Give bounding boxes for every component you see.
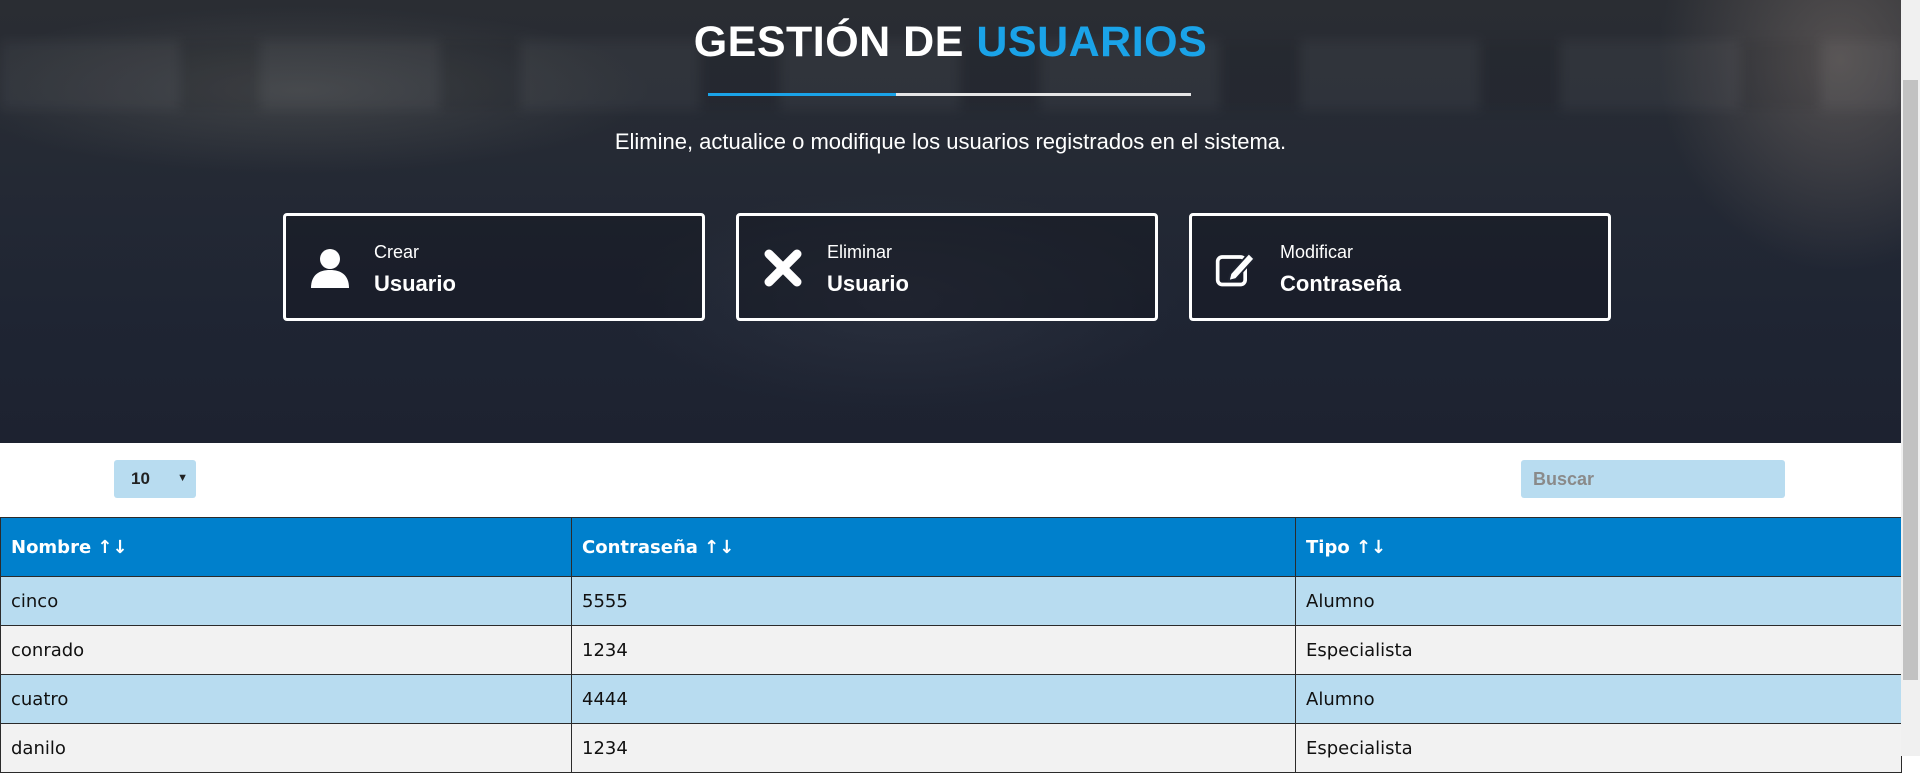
create-user-action-label: Crear [374,242,420,262]
change-password-action-label: Modificar [1280,242,1354,262]
column-header-tipo[interactable]: Tipo ↑↓ [1295,517,1902,577]
table-row[interactable]: conrado 1234 Especialista [0,625,1902,675]
cell-tipo: Alumno [1295,674,1902,724]
cell-contrasena: 1234 [571,723,1296,773]
page-title: GESTIÓN DE USUARIOS [0,18,1901,67]
page-header: GESTIÓN DE USUARIOS Elimine, actualice o… [0,0,1901,443]
delete-user-action-label: Eliminar [827,242,893,262]
page-title-main: GESTIÓN DE [693,18,964,66]
cell-contrasena: 1234 [571,625,1296,675]
vertical-scrollbar[interactable] [1901,0,1920,756]
table-row[interactable]: cuatro 4444 Alumno [0,674,1902,724]
cell-tipo: Especialista [1295,723,1902,773]
create-user-button[interactable]: Crear Usuario [283,213,705,321]
change-password-object-label: Contraseña [1280,271,1402,296]
cell-contrasena: 4444 [571,674,1296,724]
cell-nombre: cinco [0,576,572,626]
table-header-row: Nombre ↑↓ Contraseña ↑↓ Tipo ↑↓ [0,517,1902,577]
column-header-nombre[interactable]: Nombre ↑↓ [0,517,572,577]
chevron-down-icon: ▼ [177,472,188,484]
edit-icon [1215,252,1256,287]
cell-contrasena: 5555 [571,576,1296,626]
table-row[interactable]: cinco 5555 Alumno [0,576,1902,626]
cell-nombre: danilo [0,723,572,773]
cell-nombre: cuatro [0,674,572,724]
create-user-object-label: Usuario [374,271,456,296]
table-controls: 10 ▼ [0,443,1901,517]
page-length-select[interactable]: 10 ▼ [114,460,196,498]
cell-tipo: Alumno [1295,576,1902,626]
search-input[interactable] [1521,460,1785,498]
column-header-contrasena[interactable]: Contraseña ↑↓ [571,517,1296,577]
change-password-button[interactable]: Modificar Contraseña [1189,213,1611,321]
cell-nombre: conrado [0,625,572,675]
page-subtitle: Elimine, actualice o modifique los usuar… [614,129,1287,154]
title-divider [708,93,1191,96]
table-row[interactable]: danilo 1234 Especialista [0,723,1902,773]
cell-tipo: Especialista [1295,625,1902,675]
page-title-accent: USUARIOS [976,18,1208,66]
user-icon [311,249,349,288]
title-divider-accent [708,93,896,96]
scrollbar-thumb[interactable] [1903,80,1918,680]
users-table: Nombre ↑↓ Contraseña ↑↓ Tipo ↑↓ cinco 55… [0,517,1902,773]
page-length-value: 10 [131,469,150,488]
delete-user-object-label: Usuario [827,271,909,296]
delete-user-button[interactable]: Eliminar Usuario [736,213,1158,321]
close-icon [764,249,802,287]
